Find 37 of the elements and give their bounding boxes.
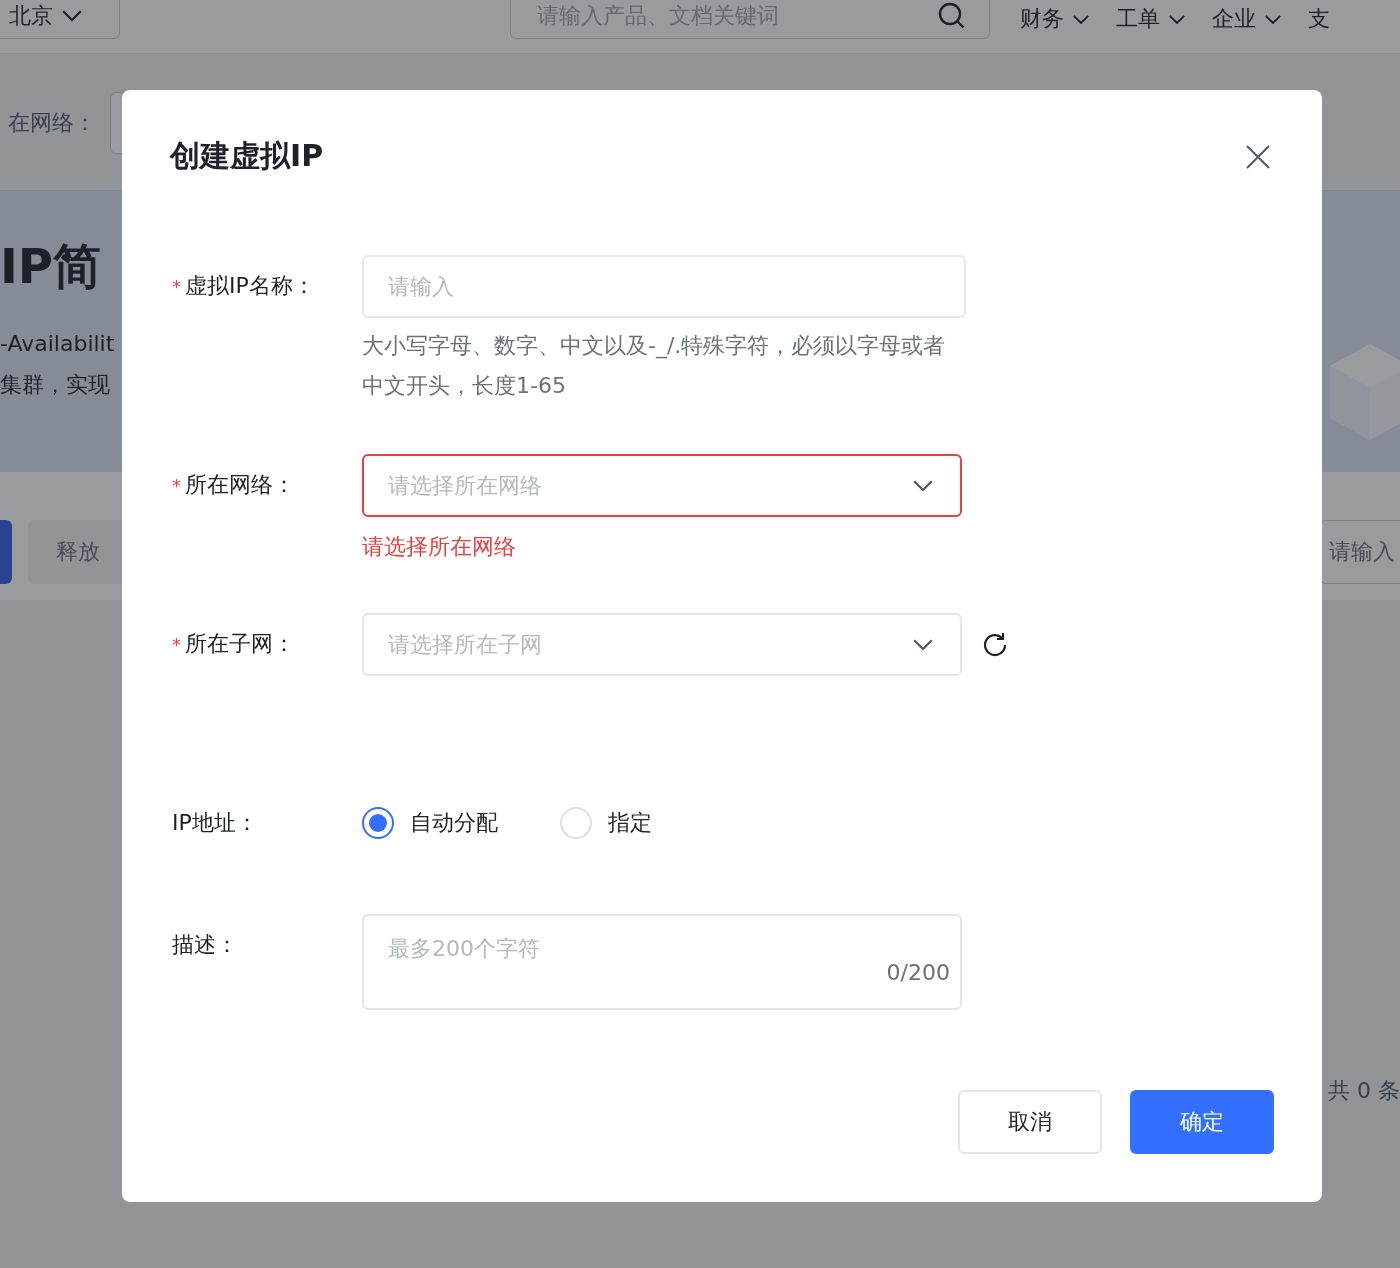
region-select[interactable]: 北京	[0, 0, 120, 39]
chevron-down-icon	[61, 8, 83, 23]
name-input[interactable]: 请输入	[362, 255, 966, 318]
chevron-down-icon	[1072, 13, 1090, 25]
search-icon	[937, 0, 967, 31]
help-text: 大小写字母、数字、中文以及-_/.特殊字符，必须以字母或者中文开头，长度1-65	[362, 332, 947, 400]
required-mark: *	[172, 634, 181, 655]
close-icon[interactable]	[1244, 142, 1272, 171]
char-counter: 0/200	[886, 960, 950, 985]
nav-menu[interactable]: 财务	[1020, 4, 1090, 34]
field-label: * 虚拟IP名称：	[172, 272, 315, 300]
radio-button[interactable]	[362, 807, 394, 839]
dialog-title: 创建虚拟IP	[170, 137, 324, 175]
chevron-down-icon	[912, 478, 934, 493]
banner-title: IP简	[0, 237, 103, 296]
field-label: IP地址：	[172, 809, 258, 837]
cancel-button[interactable]: 取消	[958, 1090, 1102, 1154]
filter-label: 在网络：	[8, 109, 96, 137]
chevron-down-icon	[912, 637, 934, 652]
field-label: * 所在子网：	[172, 630, 295, 658]
field-label: 描述：	[172, 931, 238, 959]
chevron-down-icon	[1168, 13, 1186, 25]
required-mark: *	[172, 475, 181, 496]
confirm-button[interactable]: 确定	[1130, 1090, 1274, 1154]
radio-option[interactable]: 指定	[560, 807, 652, 839]
description-field[interactable]: 最多200个字符 0/200	[362, 914, 962, 1010]
chevron-down-icon	[1264, 13, 1282, 25]
required-mark: *	[172, 276, 181, 297]
error-message: 请选择所在网络	[362, 533, 517, 561]
nav-menu[interactable]: 企业	[1212, 4, 1282, 34]
radio-option[interactable]: 自动分配	[362, 807, 498, 839]
nav-menu[interactable]: 支	[1308, 4, 1330, 34]
nav-menu[interactable]: 工单	[1116, 4, 1186, 34]
banner-text: -Availabilit	[0, 331, 115, 356]
banner-text: 集群，实现	[0, 371, 111, 399]
total-count: 共 0 条	[1328, 1077, 1400, 1105]
field-label: * 所在网络：	[172, 471, 295, 499]
